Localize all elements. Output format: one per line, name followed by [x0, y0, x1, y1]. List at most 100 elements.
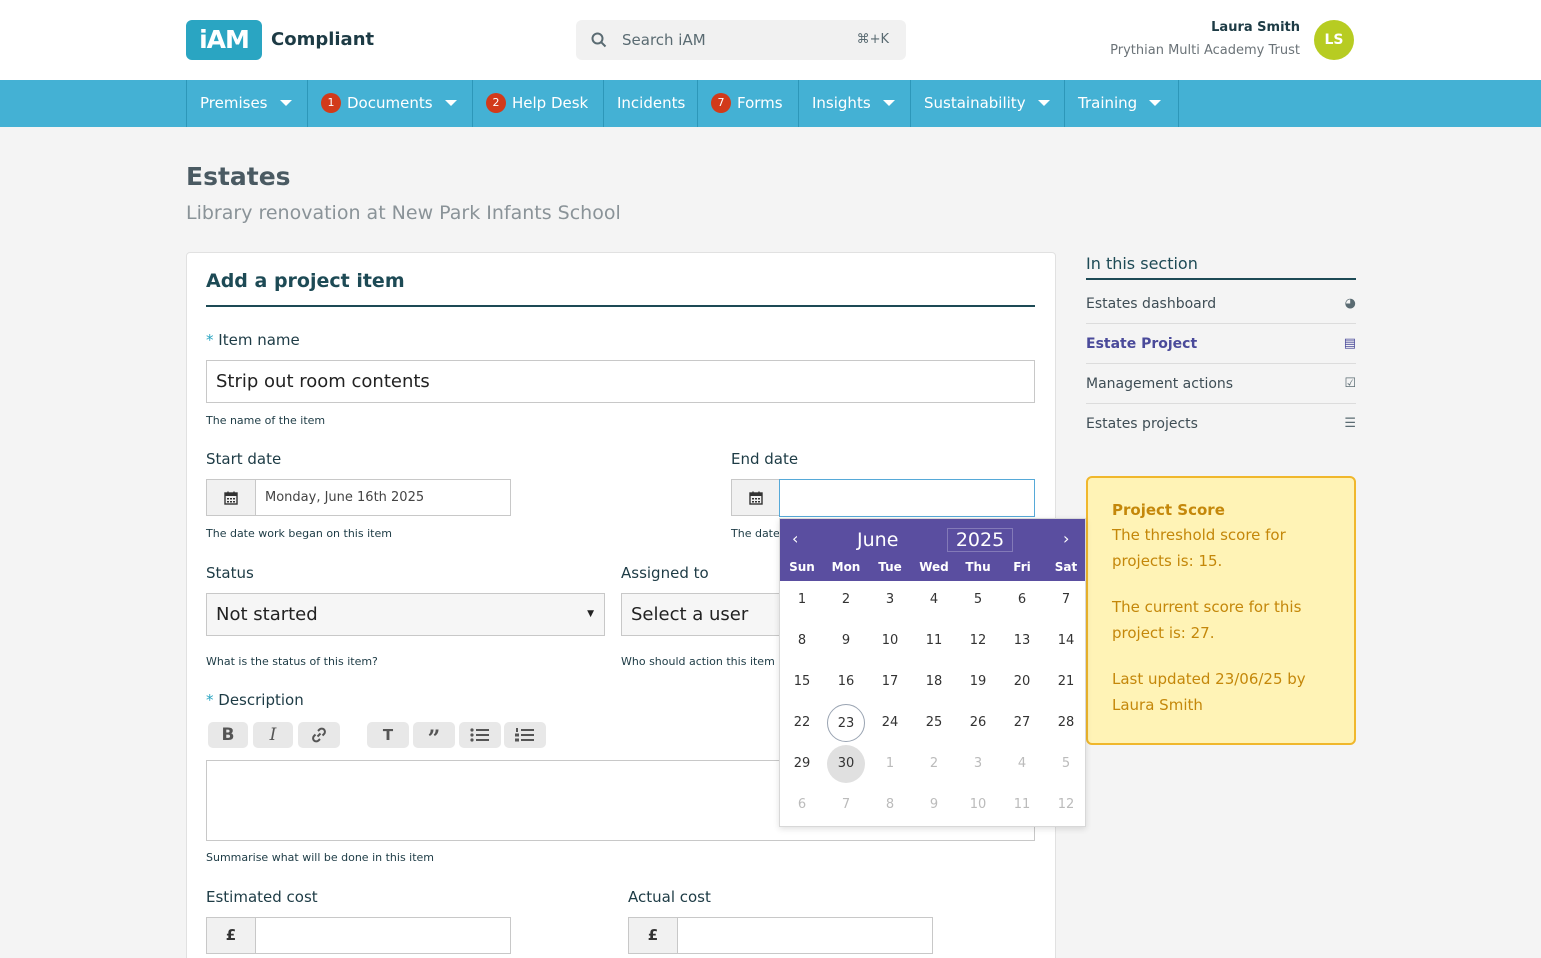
numbered-list-icon	[515, 728, 534, 742]
numbered-list-button[interactable]	[504, 722, 546, 748]
status-label: Status	[206, 564, 254, 582]
calendar-day[interactable]: 21	[1047, 663, 1085, 701]
calendar-day[interactable]: 4	[915, 581, 953, 619]
end-date-calendar-button[interactable]	[731, 479, 781, 516]
calendar-day[interactable]: 22	[783, 704, 821, 742]
nav-documents[interactable]: 1 Documents	[308, 80, 473, 127]
calendar-day[interactable]: 2	[827, 581, 865, 619]
notification-badge: 2	[486, 93, 506, 113]
sidebar-item-management-actions[interactable]: Management actions ☑	[1086, 364, 1356, 404]
calendar-day[interactable]: 5	[1047, 745, 1085, 783]
calendar-day[interactable]: 11	[1003, 786, 1041, 824]
nav-insights[interactable]: Insights	[799, 80, 911, 127]
calendar-day[interactable]: 8	[871, 786, 909, 824]
calendar-day[interactable]: 16	[827, 663, 865, 701]
calendar-day[interactable]: 11	[915, 622, 953, 660]
year-input[interactable]: 2025	[947, 528, 1013, 552]
nav-training[interactable]: Training	[1065, 80, 1179, 127]
calendar-day[interactable]: 13	[1003, 622, 1041, 660]
notification-badge: 1	[321, 93, 341, 113]
calendar-day[interactable]: 15	[783, 663, 821, 701]
calendar-day[interactable]: 12	[1047, 786, 1085, 824]
sidebar-item-estate-project[interactable]: Estate Project ▤	[1086, 324, 1356, 364]
assigned-to-label: Assigned to	[621, 564, 709, 582]
calendar-day[interactable]: 1	[783, 581, 821, 619]
calendar-day[interactable]: 5	[959, 581, 997, 619]
weekday-label: Sat	[1054, 560, 1078, 574]
weekday-label: Thu	[965, 560, 991, 574]
calendar-day[interactable]: 27	[1003, 704, 1041, 742]
calendar-day[interactable]: 6	[783, 786, 821, 824]
nav-label: Insights	[812, 94, 871, 112]
calendar-day[interactable]: 3	[959, 745, 997, 783]
bullet-list-button[interactable]	[459, 722, 501, 748]
form-title: Add a project item	[206, 270, 405, 292]
calendar-day[interactable]: 4	[1003, 745, 1041, 783]
italic-button[interactable]: I	[253, 722, 293, 748]
description-label-text: Description	[218, 691, 304, 709]
calendar-day[interactable]: 7	[1047, 581, 1085, 619]
title-divider	[206, 305, 1035, 307]
calendar-day[interactable]: 6	[1003, 581, 1041, 619]
calendar-day[interactable]: 9	[827, 622, 865, 660]
search-box[interactable]: Search iAM ⌘+K	[576, 20, 906, 60]
sidebar-item-estates-dashboard[interactable]: Estates dashboard ◕	[1086, 284, 1356, 324]
sidebar-item-estates-projects[interactable]: Estates projects ☰	[1086, 404, 1356, 444]
calendar-day[interactable]: 2	[915, 745, 953, 783]
actual-cost-label: Actual cost	[628, 888, 711, 906]
heading-button[interactable]: T	[367, 722, 409, 748]
chevron-right-icon[interactable]: ›	[1063, 529, 1069, 548]
calendar-day[interactable]: 26	[959, 704, 997, 742]
calendar-day[interactable]: 20	[1003, 663, 1041, 701]
calendar-day[interactable]: 29	[783, 745, 821, 783]
assigned-to-select[interactable]: Select a user	[621, 593, 781, 636]
calendar-day[interactable]: 24	[871, 704, 909, 742]
end-date-help: The date	[731, 527, 780, 540]
calendar-day[interactable]: 12	[959, 622, 997, 660]
app-logo[interactable]: iAM	[186, 20, 262, 60]
page-subtitle: Library renovation at New Park Infants S…	[186, 202, 621, 224]
calendar-day[interactable]: 10	[959, 786, 997, 824]
calendar-day[interactable]: 30	[827, 745, 865, 783]
calendar-day[interactable]: 1	[871, 745, 909, 783]
status-select[interactable]: Not started ▼	[206, 593, 605, 636]
checkbox-icon: ☑	[1344, 376, 1356, 391]
calendar-day[interactable]: 25	[915, 704, 953, 742]
calendar-day[interactable]: 9	[915, 786, 953, 824]
start-date-calendar-button[interactable]	[206, 479, 256, 516]
month-label[interactable]: June	[857, 529, 898, 551]
end-date-input[interactable]	[779, 479, 1035, 517]
nav-incidents[interactable]: Incidents	[604, 80, 698, 127]
calendar-day[interactable]: 28	[1047, 704, 1085, 742]
current-score-text: The current score for this project is: 2…	[1112, 598, 1302, 642]
calendar-day[interactable]: 19	[959, 663, 997, 701]
calendar-day[interactable]: 14	[1047, 622, 1085, 660]
bold-button[interactable]: B	[208, 722, 248, 748]
nav-sustainability[interactable]: Sustainability	[911, 80, 1065, 127]
start-date-label: Start date	[206, 450, 282, 468]
calendar-day[interactable]: 23	[827, 704, 865, 742]
item-name-input[interactable]: Strip out room contents	[206, 360, 1035, 403]
quote-button[interactable]: ”	[413, 722, 455, 752]
dashboard-icon: ◕	[1344, 296, 1356, 311]
search-input[interactable]: Search iAM	[622, 31, 706, 49]
nav-help-desk[interactable]: 2 Help Desk	[473, 80, 604, 127]
chevron-down-icon	[279, 100, 292, 106]
calendar-day[interactable]: 3	[871, 581, 909, 619]
actual-cost-input[interactable]	[677, 917, 933, 954]
link-button[interactable]	[298, 722, 340, 748]
caret-down-icon: ▼	[587, 609, 594, 619]
start-date-input[interactable]: Monday, June 16th 2025	[255, 479, 511, 516]
calendar-day[interactable]: 10	[871, 622, 909, 660]
chevron-left-icon[interactable]: ‹	[792, 529, 798, 548]
status-value: Not started	[216, 604, 318, 625]
estimated-cost-input[interactable]	[255, 917, 511, 954]
nav-premises[interactable]: Premises	[186, 80, 308, 127]
calendar-day[interactable]: 18	[915, 663, 953, 701]
calendar-day[interactable]: 8	[783, 622, 821, 660]
avatar[interactable]: LS	[1314, 20, 1354, 60]
project-score-panel: Project Score The threshold score for pr…	[1086, 476, 1356, 745]
nav-forms[interactable]: 7 Forms	[698, 80, 799, 127]
calendar-day[interactable]: 7	[827, 786, 865, 824]
calendar-day[interactable]: 17	[871, 663, 909, 701]
